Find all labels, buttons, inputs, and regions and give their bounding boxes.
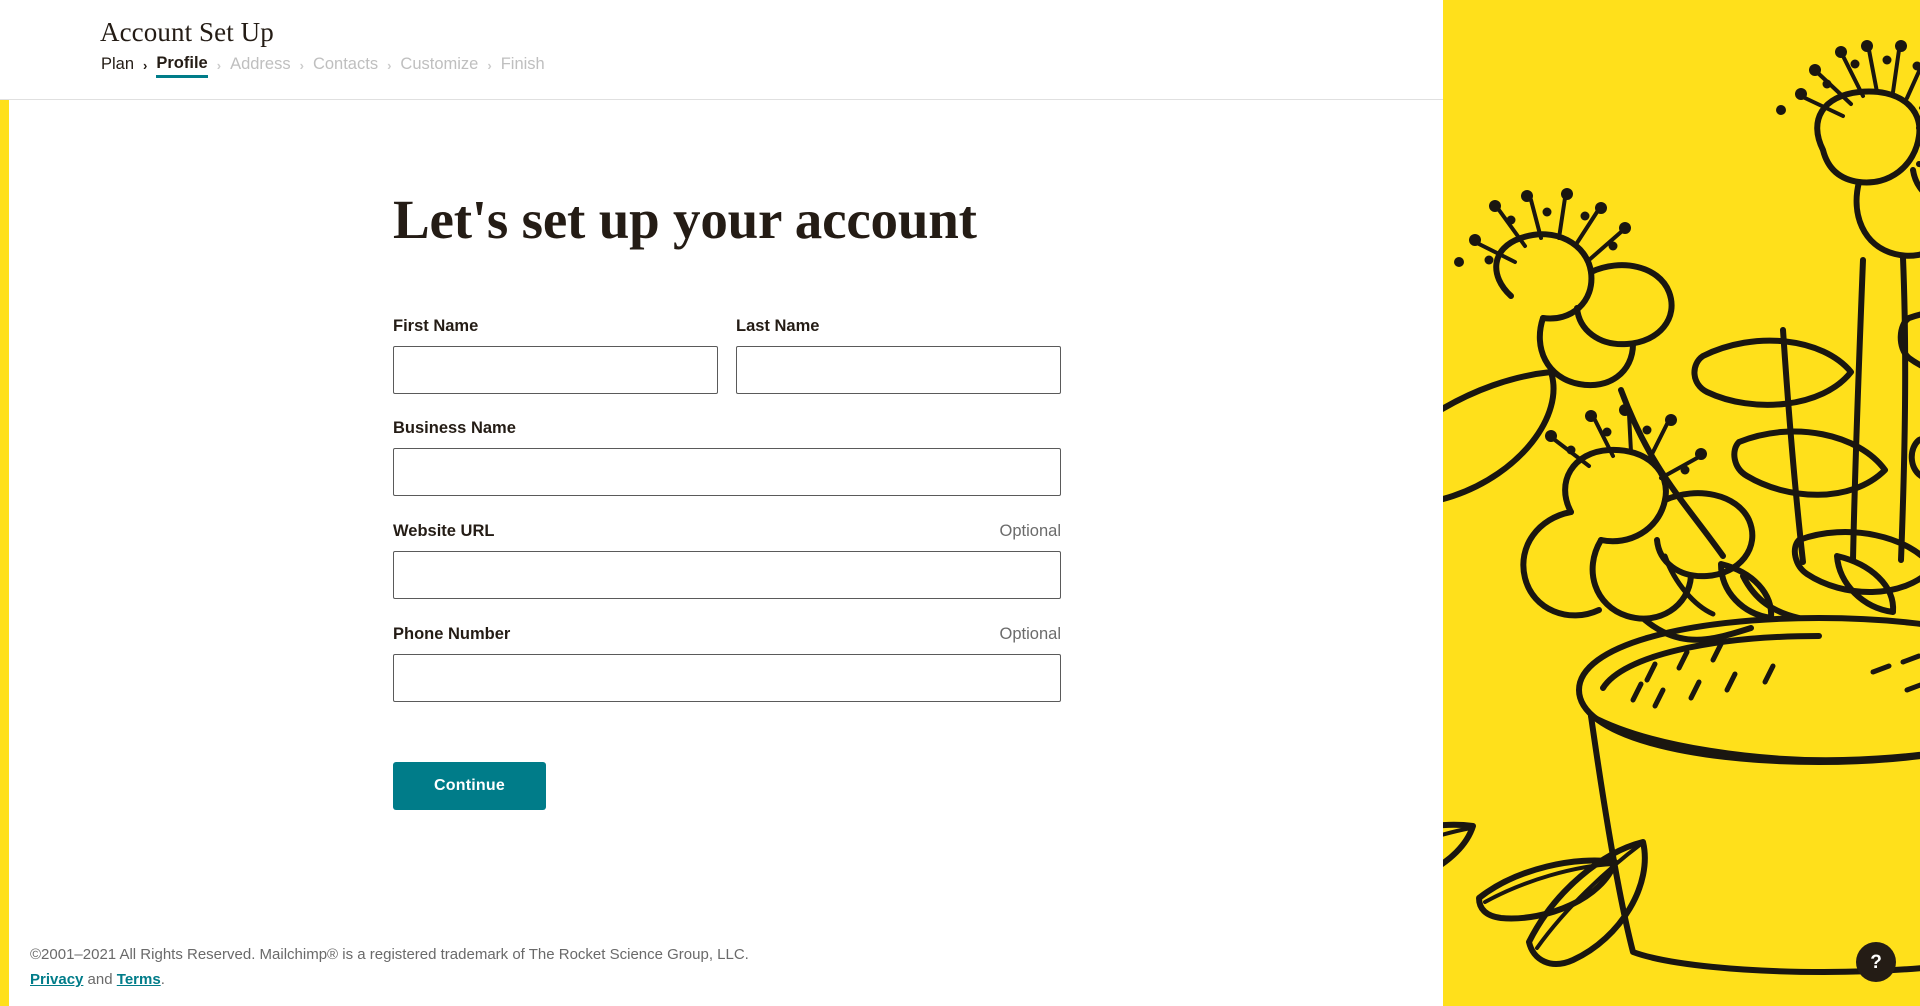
breadcrumb-item-customize[interactable]: Customize: [400, 55, 478, 77]
terms-link[interactable]: Terms: [117, 971, 161, 988]
last-name-label: Last Name: [736, 317, 820, 335]
chevron-right-icon: ›: [387, 58, 392, 73]
phone-number-label-row: Phone Number Optional: [393, 623, 1061, 645]
footer-and-text: and: [83, 971, 117, 988]
continue-button[interactable]: Continue: [393, 762, 546, 810]
page-title-header: Account Set Up: [100, 17, 274, 47]
privacy-link[interactable]: Privacy: [30, 971, 83, 988]
footer-period: .: [160, 971, 165, 988]
flower-pot-illustration: [1443, 40, 1920, 975]
phone-number-input[interactable]: [393, 654, 1061, 702]
breadcrumb-item-finish[interactable]: Finish: [501, 55, 545, 77]
phone-number-field-group: Phone Number Optional: [393, 623, 1061, 702]
chevron-right-icon: ›: [216, 58, 222, 73]
last-name-input[interactable]: [736, 346, 1061, 394]
left-content-pane: Account Set Up Plan › Profile › Address …: [0, 0, 1443, 1006]
business-name-input[interactable]: [393, 448, 1061, 496]
first-name-label: First Name: [393, 317, 479, 335]
footer-copyright: ©2001–2021 All Rights Reserved. Mailchim…: [30, 946, 749, 963]
last-name-field-group: Last Name: [736, 315, 1061, 394]
phone-number-label: Phone Number: [393, 625, 511, 643]
breadcrumb-item-contacts[interactable]: Contacts: [313, 55, 378, 77]
website-url-label-row: Website URL Optional: [393, 520, 1061, 542]
illustration-pane: ?: [1443, 0, 1920, 1006]
phone-number-optional-tag: Optional: [999, 625, 1061, 643]
name-row: First Name Last Name: [393, 315, 1061, 394]
breadcrumb-item-profile[interactable]: Profile: [156, 54, 208, 78]
website-url-input[interactable]: [393, 551, 1061, 599]
chevron-right-icon: ›: [487, 58, 492, 73]
chevron-right-icon: ›: [143, 58, 148, 73]
footer-legal-links: Privacy and Terms.: [30, 967, 1410, 992]
business-name-field-group: Business Name: [393, 417, 1061, 496]
last-name-label-row: Last Name: [736, 315, 1061, 337]
breadcrumb-item-address[interactable]: Address: [230, 55, 291, 77]
first-name-label-row: First Name: [393, 315, 718, 337]
help-button[interactable]: ?: [1856, 942, 1896, 982]
left-edge-accent-strip: [0, 0, 9, 1006]
first-name-input[interactable]: [393, 346, 718, 394]
account-setup-form: First Name Last Name Business Name Websi…: [393, 315, 1061, 810]
business-name-label: Business Name: [393, 419, 516, 437]
website-url-label: Website URL: [393, 522, 495, 540]
account-setup-page: Account Set Up Plan › Profile › Address …: [0, 0, 1920, 1006]
website-url-optional-tag: Optional: [999, 522, 1061, 540]
first-name-field-group: First Name: [393, 315, 718, 394]
chevron-right-icon: ›: [299, 58, 304, 73]
business-name-label-row: Business Name: [393, 417, 1061, 439]
breadcrumb-item-plan[interactable]: Plan: [101, 55, 134, 77]
page-header: Account Set Up Plan › Profile › Address …: [0, 0, 1443, 100]
website-url-field-group: Website URL Optional: [393, 520, 1061, 599]
breadcrumb: Plan › Profile › Address › Contacts › Cu…: [101, 54, 545, 78]
page-title: Let's set up your account: [393, 189, 977, 250]
page-footer: ©2001–2021 All Rights Reserved. Mailchim…: [30, 942, 1410, 992]
